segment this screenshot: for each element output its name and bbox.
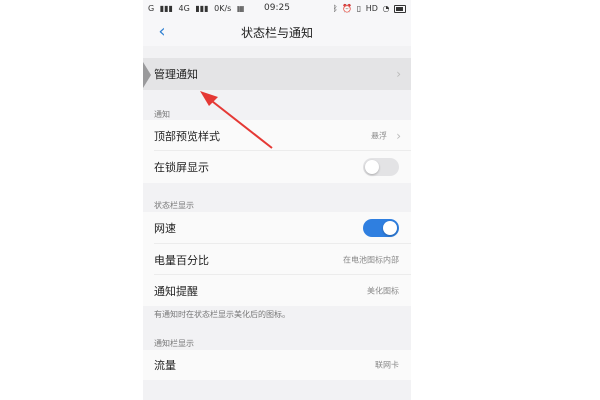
wifi-icon: ◔ [382, 4, 390, 13]
manage-notifications-label: 管理通知 [154, 68, 198, 81]
notification-reminder-row[interactable]: 通知提醒 美化图标 [143, 275, 411, 306]
alarm-icon: ⏰ [342, 4, 353, 13]
data-usage-label: 流量 [154, 359, 176, 372]
manage-notifications-row[interactable]: 管理通知 › [143, 58, 411, 90]
bluetooth-icon: ᛒ [332, 4, 338, 13]
section-header-notificationbar: 通知栏显示 [154, 339, 194, 348]
lockscreen-show-row: 在锁屏显示 [143, 151, 411, 183]
chevron-right-icon: › [396, 128, 401, 143]
network-speed-toggle[interactable] [363, 219, 399, 237]
navigation-bar: ‹ 状态栏与通知 [143, 18, 411, 46]
vibrate-icon: ▯ [356, 4, 362, 13]
section-header-statusbar: 状态栏显示 [154, 201, 194, 210]
battery-percent-value: 在电池图标内部 [343, 255, 399, 264]
toggle-knob [383, 221, 397, 235]
notification-reminder-value: 美化图标 [367, 286, 399, 295]
phone-screen: G ▮▮▮ 4G ▮▮▮ 0K/s ▦ 09:25 ᛒ ⏰ ▯ HD ◔ ‹ 状… [143, 0, 411, 400]
notification-reminder-hint: 有通知时在状态栏显示美化后的图标。 [154, 310, 290, 319]
notification-reminder-label: 通知提醒 [154, 284, 198, 298]
network-speed-row: 网速 [143, 212, 411, 244]
battery-icon [394, 4, 406, 13]
chevron-right-icon: › [396, 67, 401, 81]
lockscreen-show-toggle[interactable] [363, 158, 399, 176]
top-preview-style-row[interactable]: 顶部预览样式 悬浮 › [143, 120, 411, 151]
battery-percent-row[interactable]: 电量百分比 在电池图标内部 [143, 244, 411, 275]
network-speed-label: 网速 [154, 222, 176, 235]
top-preview-style-label: 顶部预览样式 [154, 129, 220, 143]
section-header-notification: 通知 [154, 110, 170, 119]
status-bar: G ▮▮▮ 4G ▮▮▮ 0K/s ▦ 09:25 ᛒ ⏰ ▯ HD ◔ [143, 0, 411, 18]
top-preview-style-value: 悬浮 [371, 131, 387, 140]
toggle-knob [365, 160, 379, 174]
battery-percent-label: 电量百分比 [154, 253, 209, 267]
page-title: 状态栏与通知 [240, 26, 313, 40]
hd-badge: HD [365, 4, 378, 13]
lockscreen-show-label: 在锁屏显示 [154, 161, 209, 174]
data-usage-row[interactable]: 流量 联网卡 [143, 350, 411, 380]
data-usage-value: 联网卡 [375, 360, 399, 370]
status-bar-right: ᛒ ⏰ ▯ HD ◔ [331, 4, 406, 13]
